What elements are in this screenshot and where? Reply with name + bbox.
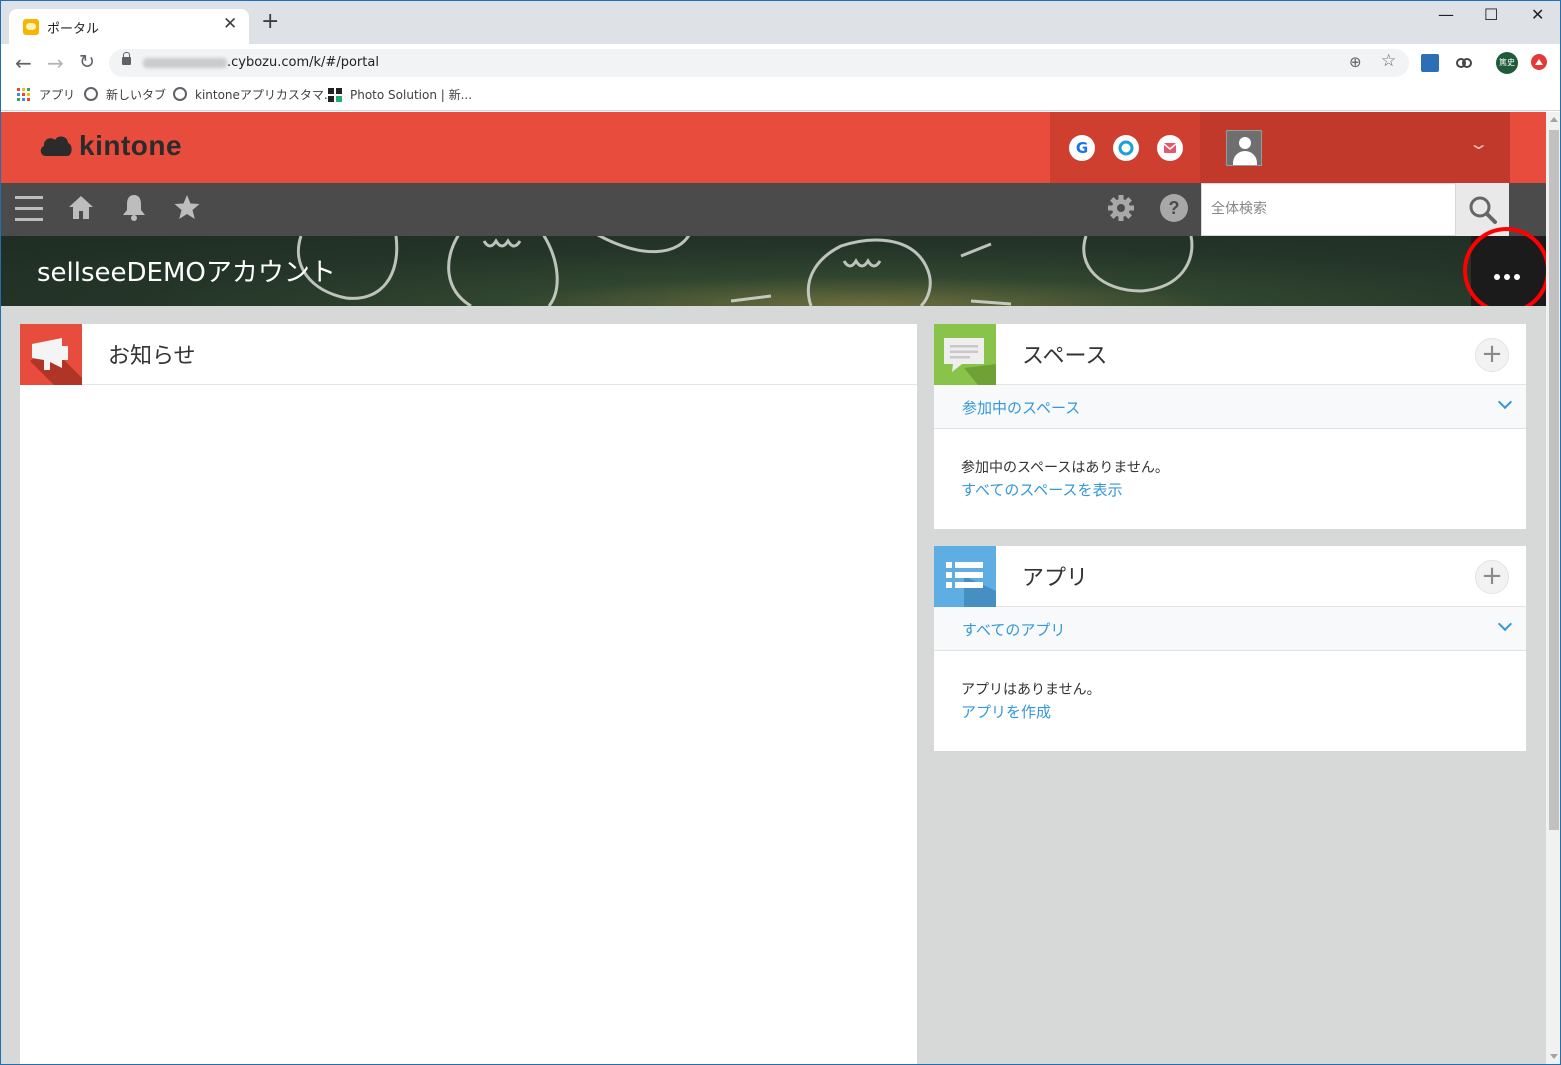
notice-panel: お知らせ	[20, 324, 917, 1064]
svg-text:?: ?	[1169, 198, 1180, 218]
service-links: G	[1050, 112, 1200, 183]
kintone-nav-bar: ?	[1, 183, 1546, 236]
globe-icon	[84, 87, 98, 101]
user-menu[interactable]: ⌄	[1200, 112, 1510, 183]
chevron-down-icon	[1497, 394, 1513, 410]
space-banner: sellseeDEMOアカウント	[1, 236, 1546, 306]
tab-strip: ポータル ✕ + — ☐ ✕	[1, 1, 1560, 44]
tab-title: ポータル	[47, 22, 100, 37]
space-title: sellseeDEMOアカウント	[37, 258, 336, 288]
home-icon[interactable]	[67, 193, 95, 228]
bookmark-apps[interactable]: アプリ	[39, 87, 75, 103]
window-close-button[interactable]: ✕	[1531, 5, 1544, 24]
profile-avatar[interactable]: 篤史	[1496, 52, 1518, 74]
portal-content: お知らせ スペース + 参加中のスペース 参加中のスペースはありません。 すべて…	[1, 306, 1546, 1064]
settings-gear-icon[interactable]	[1106, 193, 1136, 230]
global-search-box	[1201, 183, 1456, 236]
reload-icon[interactable]: ↻	[79, 51, 95, 73]
photo-solution-icon	[328, 87, 342, 102]
notice-title: お知らせ	[108, 344, 196, 369]
garoon-service-icon[interactable]: G	[1069, 135, 1095, 161]
global-search-input[interactable]	[1202, 184, 1442, 234]
url-redacted-subdomain	[143, 58, 227, 68]
annotation-highlight-circle	[1463, 227, 1550, 314]
bookmark-kintone-customize[interactable]: kintoneアプリカスタマ...	[195, 87, 335, 103]
chrome-update-icon[interactable]	[1531, 54, 1547, 70]
window-maximize-button[interactable]: ☐	[1484, 5, 1498, 24]
spaces-filter-dropdown[interactable]: 参加中のスペース	[934, 385, 1526, 429]
app-list-icon	[934, 546, 996, 607]
kintone-logo-icon	[39, 134, 73, 156]
window-minimize-button[interactable]: —	[1438, 5, 1454, 24]
user-avatar	[1226, 130, 1262, 166]
forward-arrow-icon[interactable]: →	[47, 51, 64, 75]
spaces-panel: スペース + 参加中のスペース 参加中のスペースはありません。 すべてのスペース…	[934, 324, 1526, 529]
page-scrollbar[interactable]	[1546, 112, 1560, 1064]
apps-panel: アプリ + すべてのアプリ アプリはありません。 アプリを作成	[934, 546, 1526, 751]
bookmark-star-icon[interactable]: ☆	[1381, 51, 1396, 71]
tab-close-icon[interactable]: ✕	[223, 14, 237, 34]
add-app-button[interactable]: +	[1475, 560, 1509, 594]
extension-link-icon[interactable]	[1455, 54, 1473, 72]
browser-tab-portal[interactable]: ポータル ✕	[9, 9, 249, 44]
add-space-button[interactable]: +	[1475, 338, 1509, 372]
apps-filter-dropdown[interactable]: すべてのアプリ	[934, 607, 1526, 651]
mailwise-service-icon[interactable]	[1157, 135, 1183, 161]
lock-icon	[122, 52, 131, 65]
speech-bubble-icon	[934, 324, 996, 385]
new-tab-button[interactable]: +	[261, 11, 279, 33]
spaces-title: スペース	[1022, 344, 1108, 369]
apps-empty-message: アプリはありません。	[961, 682, 1101, 698]
bookmarks-bar: アプリ 新しいタブ kintoneアプリカスタマ... Photo Soluti…	[1, 81, 1560, 111]
create-app-link[interactable]: アプリを作成	[961, 701, 1051, 722]
scroll-down-arrow-icon[interactable]	[1550, 1054, 1558, 1059]
megaphone-icon	[20, 324, 82, 385]
scroll-up-arrow-icon[interactable]	[1550, 117, 1558, 122]
browser-window: ポータル ✕ + — ☐ ✕ ← → ↻ .cybozu.com/k/#/por…	[0, 0, 1561, 1065]
kintone-favicon-icon	[23, 19, 39, 35]
apps-title: アプリ	[1022, 566, 1089, 591]
user-avatar-head-icon	[1239, 137, 1251, 149]
address-bar[interactable]: .cybozu.com/k/#/portal ⊕ ☆	[109, 49, 1409, 77]
spaces-empty-message: 参加中のスペースはありません。	[961, 460, 1169, 476]
url-text: .cybozu.com/k/#/portal	[227, 55, 379, 70]
bookmark-new-tab[interactable]: 新しいタブ	[106, 87, 166, 103]
notice-panel-header: お知らせ	[20, 324, 917, 385]
help-icon[interactable]: ?	[1159, 193, 1189, 230]
bookmark-photo-solution[interactable]: Photo Solution | 新...	[350, 87, 472, 103]
chevron-down-icon	[1497, 616, 1513, 632]
apps-grid-icon	[17, 87, 31, 101]
extension-s-icon[interactable]	[1421, 54, 1439, 72]
kintone-logo-text[interactable]: kintone	[79, 130, 182, 162]
kintone-header: kintone G ⌄	[1, 112, 1546, 183]
spaces-panel-header: スペース +	[934, 324, 1526, 385]
office-service-icon[interactable]	[1113, 135, 1139, 161]
spaces-filter-label: 参加中のスペース	[962, 399, 1081, 417]
favorites-star-icon[interactable]	[173, 193, 201, 228]
notification-bell-icon[interactable]	[120, 193, 148, 228]
user-avatar-body-icon	[1233, 151, 1257, 165]
apps-filter-label: すべてのアプリ	[962, 621, 1066, 639]
show-all-spaces-link[interactable]: すべてのスペースを表示	[961, 479, 1123, 500]
scroll-thumb[interactable]	[1549, 130, 1559, 830]
back-arrow-icon[interactable]: ←	[15, 51, 32, 75]
hamburger-menu-icon[interactable]	[15, 196, 43, 222]
globe-icon	[173, 87, 187, 101]
apps-panel-header: アプリ +	[934, 546, 1526, 607]
zoom-icon[interactable]: ⊕	[1349, 53, 1362, 71]
browser-toolbar: ← → ↻ .cybozu.com/k/#/portal ⊕ ☆ 篤史	[1, 44, 1560, 81]
chevron-down-icon[interactable]: ⌄	[1468, 134, 1489, 153]
